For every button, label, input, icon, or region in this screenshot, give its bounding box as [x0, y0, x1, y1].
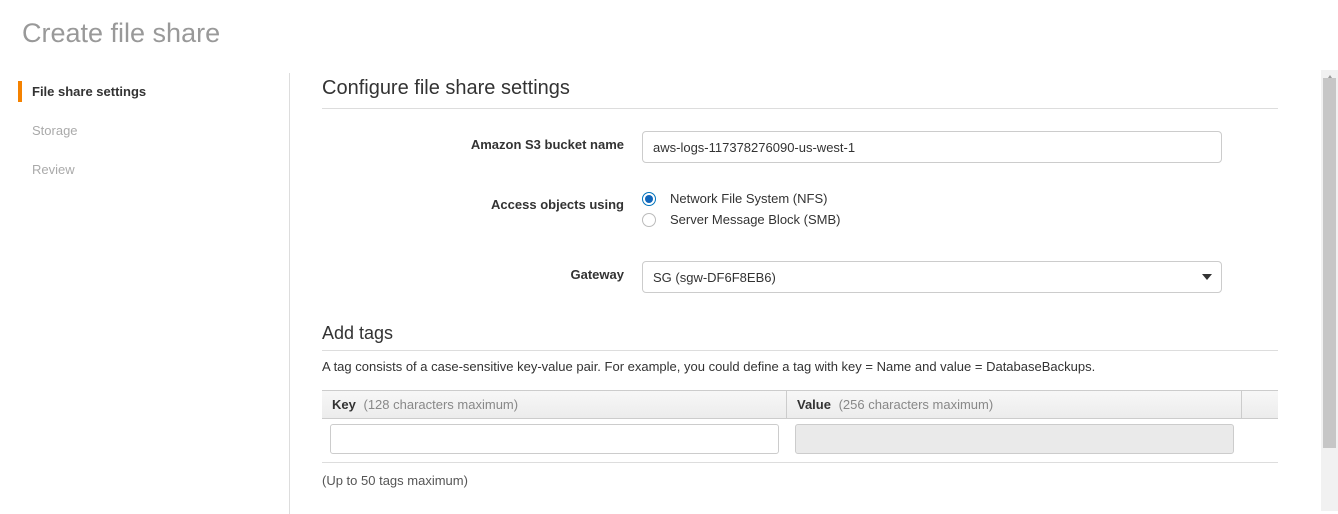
page-title: Create file share [0, 0, 1338, 49]
sidebar-item-label: File share settings [32, 84, 146, 99]
tags-helper-text: A tag consists of a case-sensitive key-v… [322, 359, 1278, 374]
form-row-access: Access objects using Network File System… [322, 191, 1278, 233]
content-wrap: File share settings Storage Review Confi… [0, 73, 1338, 514]
wizard-sidebar: File share settings Storage Review [0, 73, 290, 514]
tag-key-input[interactable] [330, 424, 779, 454]
tags-table-header: Key (128 characters maximum) Value (256 … [322, 391, 1278, 419]
scrollbar[interactable] [1321, 70, 1338, 511]
sidebar-item-label: Review [32, 162, 75, 177]
form-row-gateway: Gateway [322, 261, 1278, 293]
tags-header-key-label: Key [332, 397, 356, 412]
access-label: Access objects using [322, 191, 642, 212]
section-title-add-tags: Add tags [322, 323, 1278, 351]
tags-header-key: Key (128 characters maximum) [322, 391, 787, 418]
radio-option-nfs[interactable]: Network File System (NFS) [642, 191, 1278, 206]
gateway-select[interactable] [642, 261, 1222, 293]
tags-header-value-hint: (256 characters maximum) [839, 397, 994, 412]
sidebar-item-storage[interactable]: Storage [0, 114, 289, 147]
sidebar-item-file-share-settings[interactable]: File share settings [0, 75, 289, 108]
section-title-configure: Configure file share settings [322, 77, 1278, 109]
main-panel: Configure file share settings Amazon S3 … [290, 73, 1338, 514]
form-row-bucket: Amazon S3 bucket name [322, 131, 1278, 163]
tag-value-input [795, 424, 1234, 454]
radio-option-smb[interactable]: Server Message Block (SMB) [642, 212, 1278, 227]
tags-cell-key [322, 424, 787, 454]
tags-table-row [322, 419, 1278, 462]
sidebar-item-review[interactable]: Review [0, 153, 289, 186]
tags-header-value: Value (256 characters maximum) [787, 391, 1242, 418]
bucket-name-field [642, 131, 1278, 163]
tags-table: Key (128 characters maximum) Value (256 … [322, 390, 1278, 463]
radio-label: Network File System (NFS) [670, 191, 827, 206]
radio-icon [642, 192, 656, 206]
tags-header-value-label: Value [797, 397, 831, 412]
tags-header-remove [1242, 391, 1278, 418]
access-field: Network File System (NFS) Server Message… [642, 191, 1278, 233]
scrollbar-thumb[interactable] [1323, 78, 1336, 448]
bucket-name-input[interactable] [642, 131, 1222, 163]
tags-cell-remove [1242, 424, 1278, 454]
radio-icon [642, 213, 656, 227]
bucket-name-label: Amazon S3 bucket name [322, 131, 642, 152]
gateway-label: Gateway [322, 261, 642, 282]
radio-label: Server Message Block (SMB) [670, 212, 841, 227]
tags-cell-value [787, 424, 1242, 454]
gateway-select-value[interactable] [642, 261, 1222, 293]
tags-header-key-hint: (128 characters maximum) [363, 397, 518, 412]
gateway-field [642, 261, 1278, 293]
tags-limit-text: (Up to 50 tags maximum) [322, 473, 1278, 488]
sidebar-item-label: Storage [32, 123, 78, 138]
